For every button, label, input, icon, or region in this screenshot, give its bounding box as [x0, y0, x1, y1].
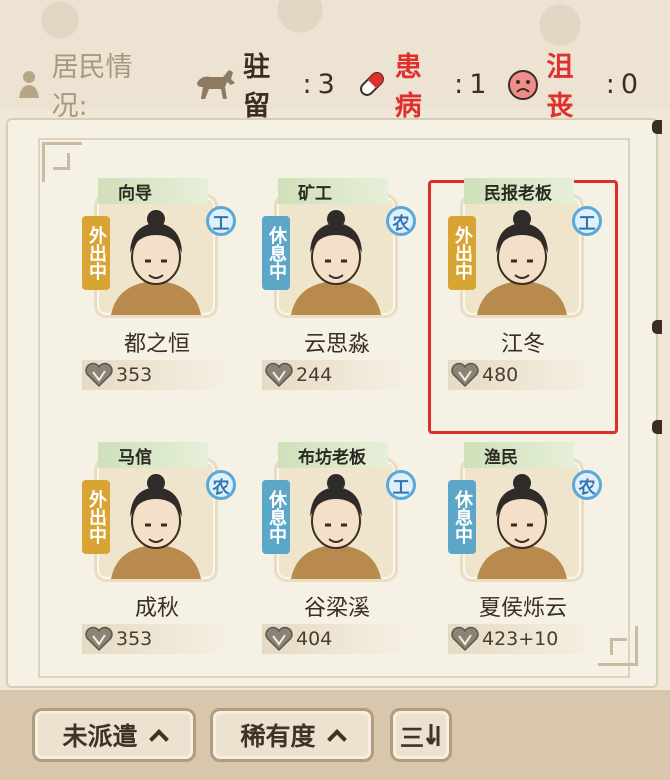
resident-portrait [94, 194, 218, 318]
job-type-badge: 工 [572, 206, 602, 236]
resident-role: 向导 [98, 178, 208, 204]
sort-arrow-icon [426, 724, 440, 746]
sad-face-icon [506, 67, 540, 101]
bottom-toolbar: 未派遣 稀有度 三 [0, 690, 670, 780]
resident-score: 423+10 [482, 628, 559, 650]
resident-role: 马倌 [98, 442, 208, 468]
resident-card[interactable]: 渔民休息中 农夏侯烁云 423+10 [448, 442, 602, 682]
sick-label: 患病 [394, 52, 422, 122]
portrait-figure-icon [111, 210, 201, 315]
resident-status-title: 居民情况: [51, 52, 133, 122]
heart-icon [85, 362, 113, 388]
heart-icon [265, 626, 293, 652]
job-type-badge: 农 [206, 470, 236, 500]
pill-icon [355, 67, 389, 101]
heart-icon [451, 362, 479, 388]
heart-icon [85, 626, 113, 652]
resident-role: 渔民 [464, 442, 574, 468]
resident-icon [12, 67, 46, 101]
resident-status-tag: 外出中 [82, 480, 110, 554]
job-type-badge: 工 [206, 206, 236, 236]
sort-order-button[interactable]: 三 [390, 708, 452, 762]
resident-score-bar: 480 [448, 360, 598, 390]
header-band: 居民情况: 驻留:3 患病:1 沮丧:0 [0, 0, 670, 122]
resident-card[interactable]: 马倌外出中 农成秋 353 [82, 442, 236, 682]
heart-icon [451, 626, 479, 652]
sort-rarity-label: 稀有度 [240, 722, 316, 751]
resident-name: 夏侯烁云 [478, 596, 567, 621]
resident-status-bar: 居民情况: 驻留:3 患病:1 沮丧:0 [12, 52, 652, 122]
side-pin [652, 320, 662, 334]
resident-name: 谷梁溪 [303, 596, 370, 621]
resident-portrait [460, 458, 584, 582]
depressed-colon: : [605, 68, 615, 100]
resident-status-tag: 休息中 [448, 480, 476, 554]
resident-name: 成秋 [134, 596, 179, 621]
job-type-badge: 工 [386, 470, 416, 500]
resident-portrait [460, 194, 584, 318]
resident-card[interactable]: 矿工休息中 农云思淼 244 [262, 178, 416, 418]
sick-colon: : [454, 68, 464, 100]
portrait-figure-icon [477, 474, 567, 579]
heart-icon [265, 362, 293, 388]
job-type-badge: 农 [386, 206, 416, 236]
resident-name: 都之恒 [123, 332, 190, 357]
corner-ornament-bottom-right [598, 626, 638, 666]
chevron-up-icon [148, 729, 169, 749]
resident-score-bar: 404 [262, 624, 412, 654]
resident-name: 江冬 [500, 332, 545, 357]
resident-score-bar: 244 [262, 360, 412, 390]
job-type-badge: 农 [572, 470, 602, 500]
resident-score: 480 [482, 364, 519, 386]
resident-score: 353 [116, 364, 153, 386]
resident-score: 244 [296, 364, 333, 386]
resident-status-tag: 外出中 [82, 216, 110, 290]
stay-label: 驻留 [243, 52, 271, 122]
resident-status-tag: 休息中 [262, 480, 290, 554]
resident-score: 353 [116, 628, 153, 650]
stay-colon: : [302, 68, 312, 100]
sort-order-icon: 三 [400, 718, 442, 753]
side-pin [652, 420, 662, 434]
depressed-label: 沮丧 [546, 52, 574, 122]
portrait-figure-icon [291, 210, 381, 315]
resident-portrait [274, 194, 398, 318]
filter-dispatch-label: 未派遣 [62, 722, 138, 751]
corner-ornament-top-left [42, 142, 82, 182]
depressed-value: 0 [620, 68, 638, 100]
side-pin [652, 120, 662, 134]
resident-score-bar: 423+10 [448, 624, 598, 654]
sick-value: 1 [469, 68, 487, 100]
resident-role: 布坊老板 [278, 442, 388, 468]
sort-rarity-button[interactable]: 稀有度 [210, 708, 374, 762]
portrait-figure-icon [111, 474, 201, 579]
resident-role: 矿工 [278, 178, 388, 204]
resident-status-tag: 休息中 [262, 216, 290, 290]
resident-score-bar: 353 [82, 360, 232, 390]
resident-score-bar: 353 [82, 624, 232, 654]
chevron-up-icon [326, 729, 347, 749]
resident-card[interactable]: 向导外出中 工都之恒 353 [82, 178, 236, 418]
resident-card[interactable]: 布坊老板休息中 工谷梁溪 404 [262, 442, 416, 682]
resident-panel: 向导 外出中工都之恒 353 矿工 休息中农云思淼 244 民报老板 外出中工江冬 480 马倌外… [6, 118, 662, 688]
resident-role: 民报老板 [464, 178, 574, 204]
resident-portrait [274, 458, 398, 582]
resident-portrait [94, 458, 218, 582]
stay-value: 3 [317, 68, 335, 100]
horse-icon [193, 67, 237, 101]
filter-dispatch-button[interactable]: 未派遣 [32, 708, 196, 762]
resident-name: 云思淼 [303, 332, 370, 357]
resident-status-tag: 外出中 [448, 216, 476, 290]
sort-order-label: 三 [400, 723, 424, 752]
portrait-figure-icon [477, 210, 567, 315]
portrait-figure-icon [291, 474, 381, 579]
resident-score: 404 [296, 628, 333, 650]
resident-card[interactable]: 民报老板外出中 工江冬 480 [448, 178, 602, 418]
